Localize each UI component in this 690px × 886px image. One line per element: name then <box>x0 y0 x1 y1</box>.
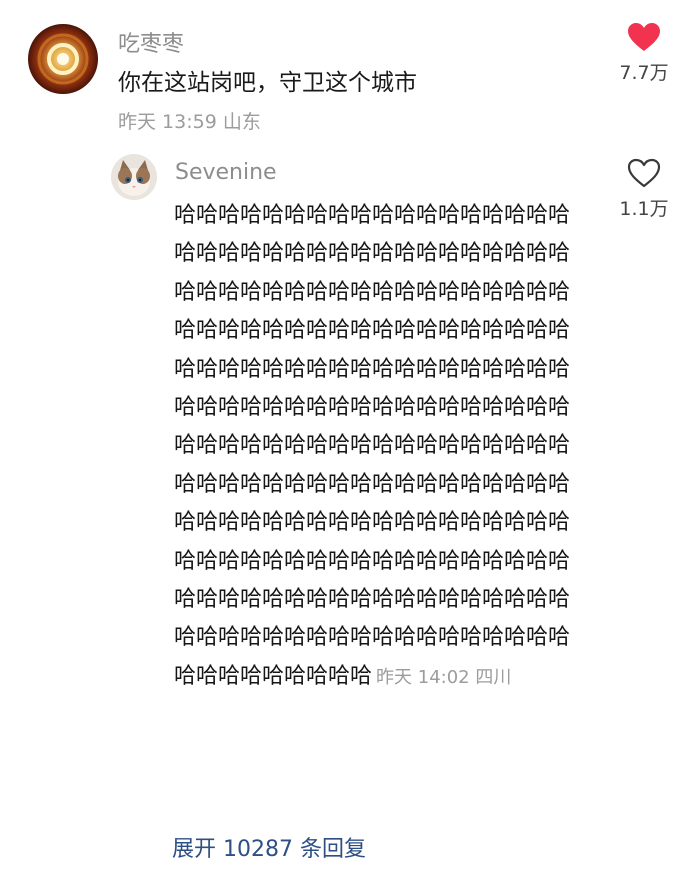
comment-like-button[interactable]: 7.7万 <box>609 22 679 85</box>
like-count: 7.7万 <box>619 62 669 84</box>
expand-suffix: 条回复 <box>300 837 367 862</box>
reply-like-count: 1.1万 <box>619 198 669 220</box>
heart-filled-icon <box>628 23 660 51</box>
expand-count: 10287 <box>223 837 294 862</box>
avatar[interactable] <box>28 24 98 94</box>
cat-avatar-image <box>111 154 157 200</box>
reply-text-body: 哈哈哈哈哈哈哈哈哈哈哈哈哈哈哈哈哈哈哈哈哈哈哈哈哈哈哈哈哈哈哈哈哈哈哈哈哈哈哈哈… <box>174 203 571 689</box>
reply-meta: 昨天 14:02 四川 <box>376 666 512 688</box>
comment-text: 你在这站岗吧，守卫这个城市 <box>118 70 417 96</box>
reply-like-button[interactable]: 1.1万 <box>609 158 679 221</box>
expand-prefix: 展开 <box>172 837 217 862</box>
comment-author[interactable]: 吃枣枣 <box>118 26 184 58</box>
heart-outline-icon <box>627 158 661 188</box>
comment-meta: 昨天 13:59 山东 <box>118 111 261 133</box>
reply-avatar[interactable] <box>111 154 157 200</box>
reply-author[interactable]: Sevenine <box>175 160 277 185</box>
expand-replies-link[interactable]: 展开 10287 条回复 <box>172 831 366 863</box>
reply-text: 哈哈哈哈哈哈哈哈哈哈哈哈哈哈哈哈哈哈哈哈哈哈哈哈哈哈哈哈哈哈哈哈哈哈哈哈哈哈哈哈… <box>174 197 584 697</box>
avatar-image <box>28 24 98 94</box>
